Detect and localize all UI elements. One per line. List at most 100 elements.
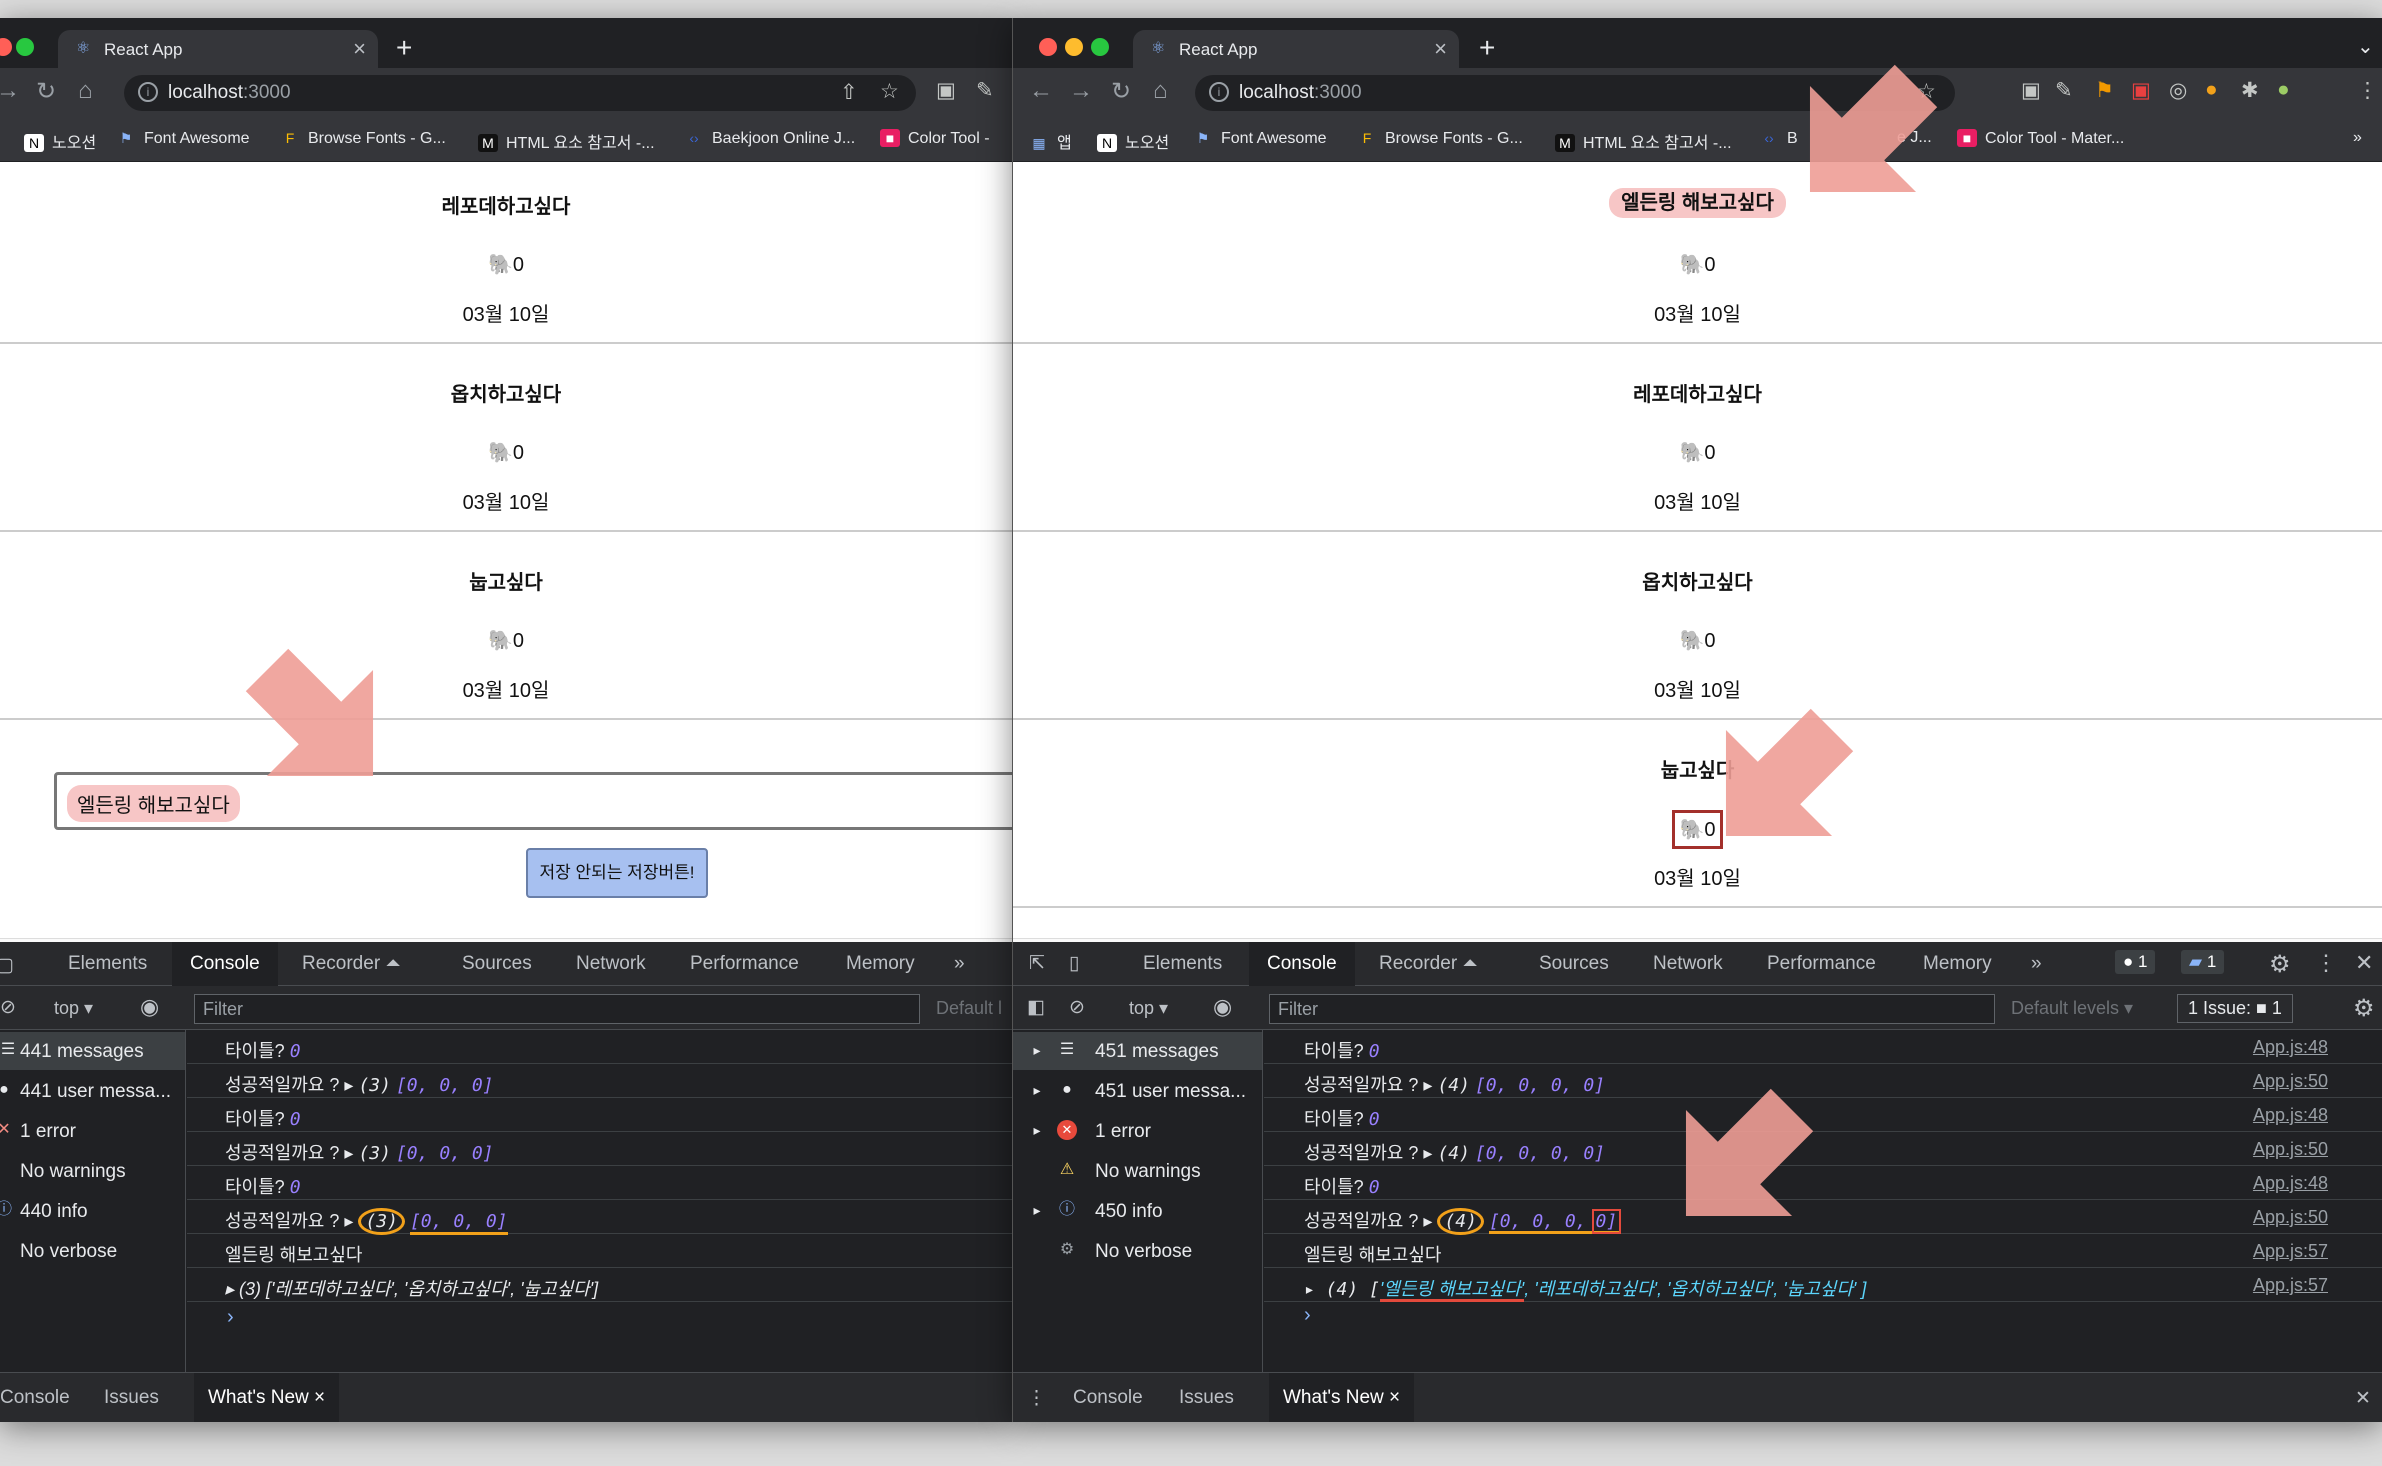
sidebar-item-messages[interactable]: ▸ ☰ 451 messages	[1013, 1032, 1262, 1070]
post-title[interactable]: 눕고싶다	[0, 566, 1012, 595]
log-row[interactable]: 성공적일까요 ? ▸ (4) [0, 0, 0, 0] App.js:50	[1264, 1064, 2382, 1098]
devtools-menu-icon[interactable]: ⋮	[2315, 950, 2337, 976]
back-icon[interactable]: ←	[1029, 77, 1053, 105]
close-tab-icon[interactable]: ×	[1434, 36, 1447, 62]
reload-icon[interactable]: ↻	[36, 77, 56, 106]
new-post-input[interactable]: 엘든링 해보고싶다	[54, 772, 1012, 830]
tab-elements[interactable]: Elements	[1143, 953, 1222, 975]
close-drawer-icon[interactable]: ✕	[2355, 1387, 2371, 1410]
tab-recorder[interactable]: Recorder ⏶	[1379, 953, 1478, 975]
tab-recorder[interactable]: Recorder ⏶	[302, 953, 401, 975]
bookmark-item[interactable]: M HTML 요소 참고서 -...	[478, 129, 655, 153]
sidebar-item-info[interactable]: ▸ ⓘ 450 info	[1013, 1192, 1262, 1230]
device-toggle-icon[interactable]: ▯	[1069, 952, 1079, 975]
bookmark-item[interactable]: N 노오션	[1097, 129, 1169, 153]
extensions-icon[interactable]: ✱	[2241, 78, 2259, 103]
source-link[interactable]: App.js:48	[2253, 1037, 2328, 1058]
like-counter[interactable]: 🐘0	[1013, 440, 2382, 465]
issues-button[interactable]: 1 Issue: ■ 1	[2177, 994, 2293, 1023]
bookmark-item[interactable]: ■ Color Tool -	[880, 129, 990, 148]
sidebar-item-errors[interactable]: ✕ 1 error	[0, 1112, 185, 1150]
sidebar-item-warnings[interactable]: No warnings	[0, 1152, 185, 1190]
profile-avatar-icon[interactable]: ●	[2277, 78, 2290, 102]
console-prompt[interactable]: ›	[1304, 1304, 1311, 1327]
source-link[interactable]: App.js:50	[2253, 1207, 2328, 1228]
source-link[interactable]: App.js:48	[2253, 1173, 2328, 1194]
like-counter[interactable]: 🐘0	[0, 252, 1012, 277]
bookmark-item[interactable]: ■ Color Tool - Mater...	[1957, 129, 2124, 148]
issue-count-badge[interactable]: ▰ 1	[2181, 950, 2225, 974]
log-row[interactable]: 타이틀? 0	[187, 1030, 1012, 1064]
filter-input[interactable]: Filter	[194, 994, 920, 1024]
tab-sources[interactable]: Sources	[1539, 953, 1609, 975]
save-button[interactable]: 저장 안되는 저장버튼!	[526, 848, 708, 898]
tab-elements[interactable]: Elements	[68, 953, 147, 975]
tab-performance[interactable]: Performance	[690, 953, 799, 975]
log-row[interactable]: 엘든링 해보고싶다 App.js:57	[1264, 1234, 2382, 1268]
tab-console[interactable]: Console	[1249, 942, 1355, 986]
log-row-highlighted[interactable]: 성공적일까요 ? ▸ (4) [0, 0, 0, 0] App.js:50	[1264, 1200, 2382, 1235]
drawer-tab-issues[interactable]: Issues	[104, 1387, 159, 1409]
like-counter-highlighted[interactable]: 🐘0	[1672, 810, 1723, 849]
sidebar-item-verbose[interactable]: No verbose	[0, 1232, 185, 1270]
eye-icon[interactable]: ◉	[1213, 994, 1232, 1020]
bookmark-item[interactable]: F Browse Fonts - G...	[280, 129, 446, 148]
tab-network[interactable]: Network	[576, 953, 646, 975]
drawer-tab-console[interactable]: Console	[0, 1387, 70, 1409]
tab-memory[interactable]: Memory	[1923, 953, 1992, 975]
log-row[interactable]: 타이틀? 0	[187, 1098, 1012, 1132]
address-bar[interactable]: i localhost:3000 ⇧ ☆	[124, 75, 916, 111]
sidebar-toggle-icon[interactable]: ◧	[1027, 996, 1045, 1019]
zoom-window-icon[interactable]	[1091, 38, 1109, 56]
sidebar-item-warnings[interactable]: ⚠ No warnings	[1013, 1152, 1262, 1190]
post-title[interactable]: 옵치하고싶다	[1013, 566, 2382, 595]
log-row[interactable]: ▸ (4) ['엘든링 해보고싶다', '레포데하고싶다', '옵치하고싶다',…	[1264, 1268, 2382, 1302]
inspect-icon[interactable]: ⇱	[1029, 952, 1045, 975]
source-link[interactable]: App.js:50	[2253, 1071, 2328, 1092]
close-window-icon[interactable]	[0, 38, 12, 56]
log-levels-dropdown[interactable]: Default levels ▾	[2011, 998, 2133, 1019]
log-row[interactable]: 타이틀? 0 App.js:48	[1264, 1166, 2382, 1200]
bookmark-item[interactable]: e J...	[1897, 129, 1932, 147]
close-window-icon[interactable]	[1039, 38, 1057, 56]
context-selector[interactable]: top ▾	[54, 998, 93, 1019]
bookmark-item[interactable]: N 노오션	[24, 129, 96, 153]
red-extension-icon[interactable]: ▣	[2131, 78, 2151, 103]
bookmark-item[interactable]: ⚑ Font Awesome	[116, 129, 250, 148]
log-levels-dropdown[interactable]: Default l	[936, 998, 1002, 1019]
log-row[interactable]: 타이틀? 0 App.js:48	[1264, 1030, 2382, 1064]
tab-network[interactable]: Network	[1653, 953, 1723, 975]
log-row[interactable]: 성공적일까요 ? ▸ (3) [0, 0, 0]	[187, 1064, 1012, 1098]
like-counter[interactable]: 🐘0	[0, 628, 1012, 653]
drawer-tab-whats-new[interactable]: What's New ×	[194, 1373, 340, 1422]
inspect-icon[interactable]: ▢	[0, 954, 14, 977]
log-row[interactable]: ▸ (3) ['레포데하고싶다', '옵치하고싶다', '눕고싶다']	[187, 1268, 1012, 1302]
notion-extension-icon[interactable]: ▣	[936, 78, 956, 103]
forward-icon[interactable]: →	[1069, 77, 1093, 105]
filter-input[interactable]: Filter	[1269, 994, 1995, 1024]
settings-gear-icon[interactable]: ⚙	[2269, 950, 2291, 979]
post-title[interactable]: 옵치하고싶다	[0, 378, 1012, 407]
more-tabs-icon[interactable]: »	[954, 953, 965, 975]
bookmark-star-icon[interactable]: ☆	[1917, 79, 1936, 104]
sidebar-item-user-messages[interactable]: ● 441 user messa...	[0, 1072, 185, 1110]
drawer-tab-issues[interactable]: Issues	[1179, 1387, 1234, 1409]
menu-icon[interactable]: ⋮	[2357, 78, 2378, 103]
tab-performance[interactable]: Performance	[1767, 953, 1876, 975]
share-icon[interactable]: ⇧	[840, 80, 858, 105]
site-info-icon[interactable]: i	[138, 82, 158, 102]
log-row[interactable]: 타이틀? 0 App.js:48	[1264, 1098, 2382, 1132]
drawer-menu-icon[interactable]: ⋮	[1027, 1387, 1046, 1410]
drawer-tab-console[interactable]: Console	[1073, 1387, 1143, 1409]
console-settings-icon[interactable]: ⚙	[2353, 994, 2375, 1023]
home-icon[interactable]: ⌂	[78, 77, 93, 105]
bookmark-item[interactable]: ⚑ Font Awesome	[1193, 129, 1327, 148]
sidebar-item-verbose[interactable]: ⚙ No verbose	[1013, 1232, 1262, 1270]
error-count-badge[interactable]: ● 1	[2115, 950, 2156, 974]
log-row[interactable]: 엘든링 해보고싶다	[187, 1234, 1012, 1268]
bookmark-item[interactable]: M HTML 요소 참고서 -...	[1555, 129, 1732, 153]
like-counter[interactable]: 🐘0	[1013, 252, 2382, 277]
clear-console-icon[interactable]: ⊘	[1069, 996, 1085, 1019]
log-row-highlighted[interactable]: 성공적일까요 ? ▸ (3) [0, 0, 0]	[187, 1200, 1012, 1235]
close-tab-icon[interactable]: ×	[353, 36, 366, 62]
